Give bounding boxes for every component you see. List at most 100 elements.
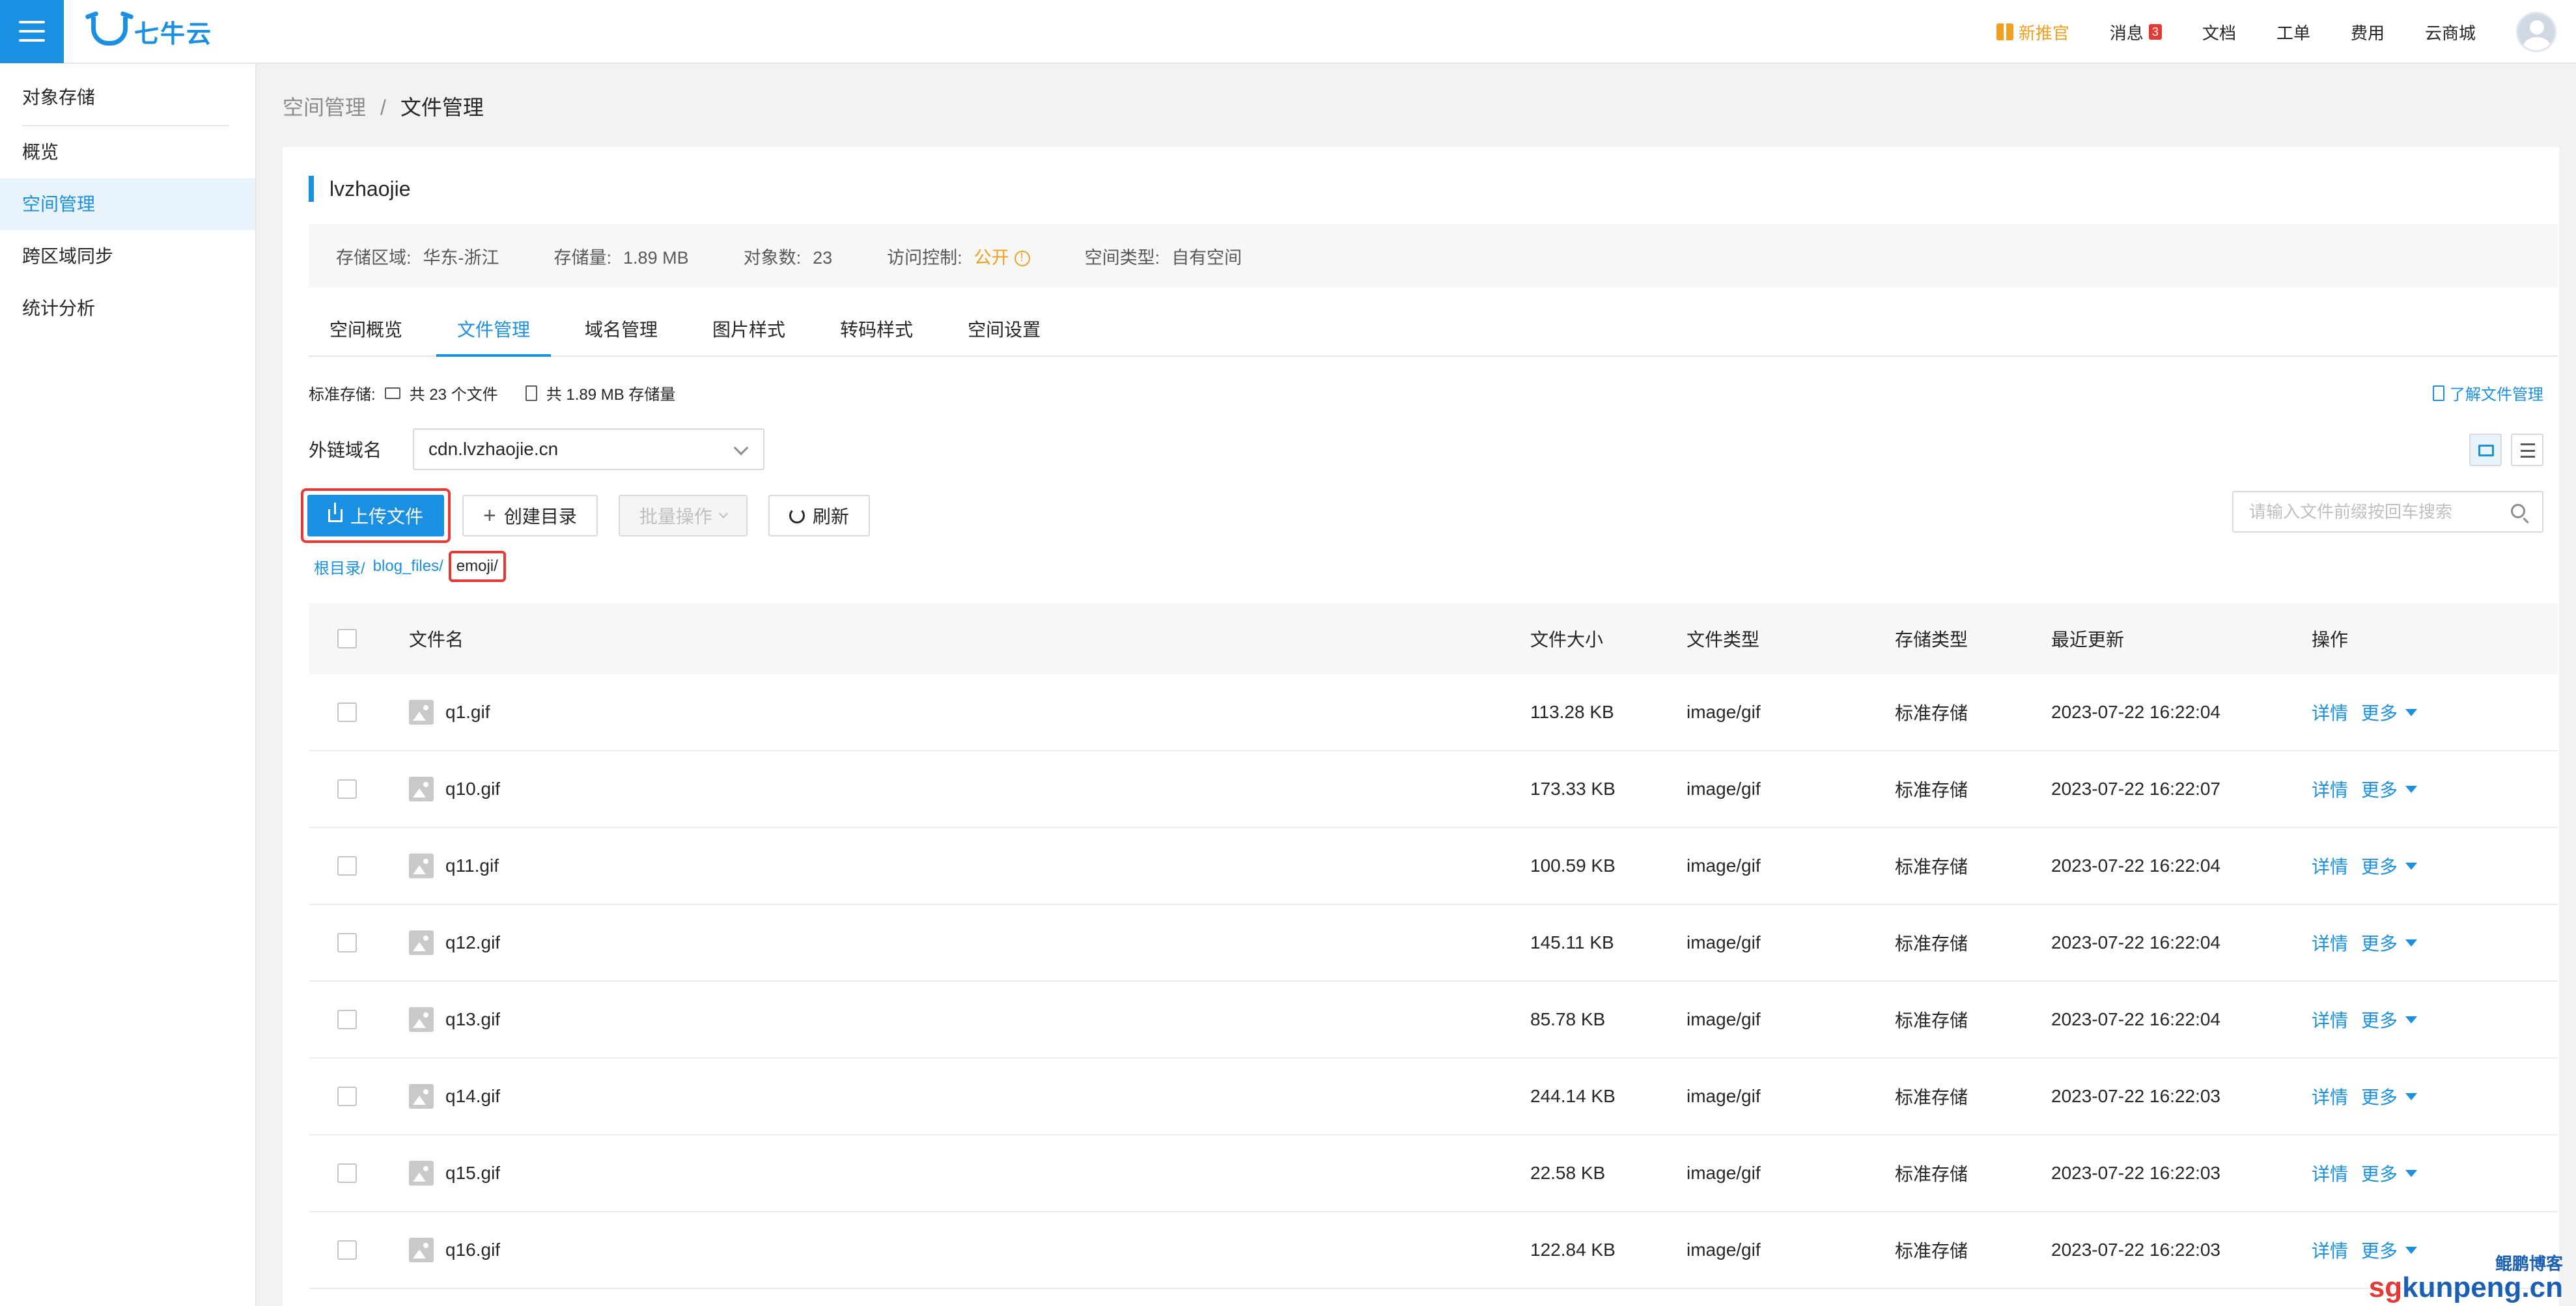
caret-down-icon[interactable] bbox=[2405, 939, 2418, 947]
table-row[interactable]: q11.gif 100.59 KB image/gif 标准存储 2023-07… bbox=[309, 828, 2558, 905]
path-blog-files[interactable]: blog_files/ bbox=[373, 557, 443, 576]
file-name[interactable]: q14.gif bbox=[445, 1086, 500, 1107]
caret-down-icon[interactable] bbox=[2405, 1092, 2418, 1100]
list-view-button[interactable] bbox=[2511, 434, 2543, 466]
table-row[interactable]: q13.gif 85.78 KB image/gif 标准存储 2023-07-… bbox=[309, 982, 2558, 1059]
more-link[interactable]: 更多 bbox=[2361, 1007, 2398, 1033]
caret-down-icon[interactable] bbox=[2405, 862, 2418, 870]
row-checkbox[interactable] bbox=[337, 1087, 357, 1106]
hamburger-menu-button[interactable] bbox=[0, 0, 64, 63]
refresh-button[interactable]: 刷新 bbox=[768, 495, 870, 536]
breadcrumb-parent[interactable]: 空间管理 bbox=[283, 96, 366, 119]
detail-link[interactable]: 详情 bbox=[2312, 930, 2348, 956]
sidebar-title: 对象存储 bbox=[22, 87, 96, 107]
search-icon[interactable] bbox=[2511, 504, 2525, 518]
file-size: 22.58 KB bbox=[1530, 1163, 1606, 1183]
sidebar-item-overview[interactable]: 概览 bbox=[0, 126, 255, 178]
caret-down-icon[interactable] bbox=[2405, 708, 2418, 716]
table-row[interactable]: q15.gif 22.58 KB image/gif 标准存储 2023-07-… bbox=[309, 1135, 2558, 1212]
more-link[interactable]: 更多 bbox=[2361, 930, 2398, 956]
watermark-logo: 鲲鹏博客 sgkunpeng.cn bbox=[2369, 1254, 2563, 1302]
batch-operations-button[interactable]: 批量操作 bbox=[618, 495, 748, 536]
detail-link[interactable]: 详情 bbox=[2312, 1083, 2348, 1109]
logo[interactable]: 七牛云 bbox=[91, 14, 212, 49]
detail-link[interactable]: 详情 bbox=[2312, 699, 2348, 725]
row-checkbox[interactable] bbox=[337, 1240, 357, 1260]
upload-file-button[interactable]: 上传文件 bbox=[307, 495, 445, 536]
table-row[interactable]: q10.gif 173.33 KB image/gif 标准存储 2023-07… bbox=[309, 751, 2558, 828]
info-circle-icon[interactable] bbox=[1014, 251, 1030, 267]
path-current: emoji/ bbox=[448, 551, 506, 582]
file-name[interactable]: q11.gif bbox=[445, 855, 499, 876]
create-directory-button[interactable]: + 创建目录 bbox=[462, 495, 598, 536]
row-checkbox[interactable] bbox=[337, 856, 357, 876]
row-checkbox[interactable] bbox=[337, 779, 357, 799]
file-name-cell: q16.gif bbox=[409, 1238, 1530, 1262]
file-name[interactable]: q10.gif bbox=[445, 779, 500, 799]
header-size: 文件大小 bbox=[1530, 630, 1604, 650]
top-nav-promo[interactable]: 新推官 bbox=[1996, 20, 2069, 44]
detail-link[interactable]: 详情 bbox=[2312, 1007, 2348, 1033]
header-ops: 操作 bbox=[2312, 630, 2349, 650]
file-name[interactable]: q16.gif bbox=[445, 1240, 500, 1260]
folder-view-button[interactable] bbox=[2469, 434, 2502, 466]
avatar[interactable] bbox=[2516, 12, 2556, 52]
row-actions: 详情 更多 bbox=[2312, 853, 2558, 879]
sidebar-item-bucket-management[interactable]: 空间管理 bbox=[0, 178, 255, 230]
tab-image-styles[interactable]: 图片样式 bbox=[692, 310, 806, 357]
more-link[interactable]: 更多 bbox=[2361, 776, 2398, 802]
sidebar-item-analytics[interactable]: 统计分析 bbox=[0, 283, 255, 335]
file-type: image/gif bbox=[1687, 855, 1761, 876]
table-row[interactable]: q1.gif 113.28 KB image/gif 标准存储 2023-07-… bbox=[309, 674, 2558, 751]
learn-file-management-link[interactable]: 了解文件管理 bbox=[2433, 382, 2543, 404]
stats-files: 共 23 个文件 bbox=[409, 386, 498, 404]
row-checkbox[interactable] bbox=[337, 1010, 357, 1029]
caret-down-icon[interactable] bbox=[2405, 1246, 2418, 1254]
tab-bucket-settings[interactable]: 空间设置 bbox=[947, 310, 1061, 357]
detail-link[interactable]: 详情 bbox=[2312, 1237, 2348, 1263]
tab-bucket-overview[interactable]: 空间概览 bbox=[309, 310, 423, 357]
tab-file-management[interactable]: 文件管理 bbox=[436, 310, 552, 357]
row-checkbox[interactable] bbox=[337, 702, 357, 722]
table-row[interactable]: q12.gif 145.11 KB image/gif 标准存储 2023-07… bbox=[309, 905, 2558, 982]
top-nav-marketplace[interactable]: 云商城 bbox=[2425, 20, 2476, 44]
search-input[interactable]: 请输入文件前缀按回车搜索 bbox=[2232, 491, 2543, 533]
updated-time: 2023-07-22 16:22:03 bbox=[2051, 1086, 2220, 1106]
file-name[interactable]: q15.gif bbox=[445, 1163, 500, 1184]
row-checkbox[interactable] bbox=[337, 933, 357, 952]
file-name[interactable]: q13.gif bbox=[445, 1009, 500, 1030]
domain-select-value: cdn.lvzhaojie.cn bbox=[428, 439, 559, 459]
storage-type: 标准存储 bbox=[1895, 1087, 1968, 1107]
sidebar-item-cross-region-sync[interactable]: 跨区域同步 bbox=[0, 230, 255, 283]
top-nav-docs[interactable]: 文档 bbox=[2202, 20, 2236, 44]
more-link[interactable]: 更多 bbox=[2361, 1083, 2398, 1109]
detail-link[interactable]: 详情 bbox=[2312, 853, 2348, 879]
caret-down-icon[interactable] bbox=[2405, 1169, 2418, 1177]
detail-link[interactable]: 详情 bbox=[2312, 1160, 2348, 1186]
file-type: image/gif bbox=[1687, 1163, 1761, 1183]
more-link[interactable]: 更多 bbox=[2361, 699, 2398, 725]
domain-select[interactable]: cdn.lvzhaojie.cn bbox=[413, 428, 764, 470]
domain-label: 外链域名 bbox=[309, 440, 382, 460]
path-root[interactable]: 根目录/ bbox=[314, 555, 365, 578]
row-checkbox[interactable] bbox=[337, 1163, 357, 1183]
top-nav-tickets[interactable]: 工单 bbox=[2276, 20, 2310, 44]
tab-domain-management[interactable]: 域名管理 bbox=[564, 310, 679, 357]
storage-type: 标准存储 bbox=[1895, 780, 1968, 800]
more-link[interactable]: 更多 bbox=[2361, 1160, 2398, 1186]
caret-down-icon[interactable] bbox=[2405, 1016, 2418, 1023]
file-name[interactable]: q12.gif bbox=[445, 932, 500, 953]
image-file-icon bbox=[409, 1007, 434, 1032]
detail-link[interactable]: 详情 bbox=[2312, 776, 2348, 802]
select-all-checkbox[interactable] bbox=[337, 629, 357, 648]
file-name[interactable]: q1.gif bbox=[445, 702, 490, 723]
top-nav-billing[interactable]: 费用 bbox=[2351, 20, 2385, 44]
more-link[interactable]: 更多 bbox=[2361, 853, 2398, 879]
table-row[interactable]: q16.gif 122.84 KB image/gif 标准存储 2023-07… bbox=[309, 1212, 2558, 1289]
file-name-cell: q11.gif bbox=[409, 854, 1530, 878]
top-nav-messages[interactable]: 消息 3 bbox=[2110, 20, 2162, 44]
caret-down-icon[interactable] bbox=[2405, 785, 2418, 793]
table-row[interactable]: q14.gif 244.14 KB image/gif 标准存储 2023-07… bbox=[309, 1059, 2558, 1135]
tab-transcode-styles[interactable]: 转码样式 bbox=[819, 310, 934, 357]
row-actions: 详情 更多 bbox=[2312, 776, 2558, 802]
